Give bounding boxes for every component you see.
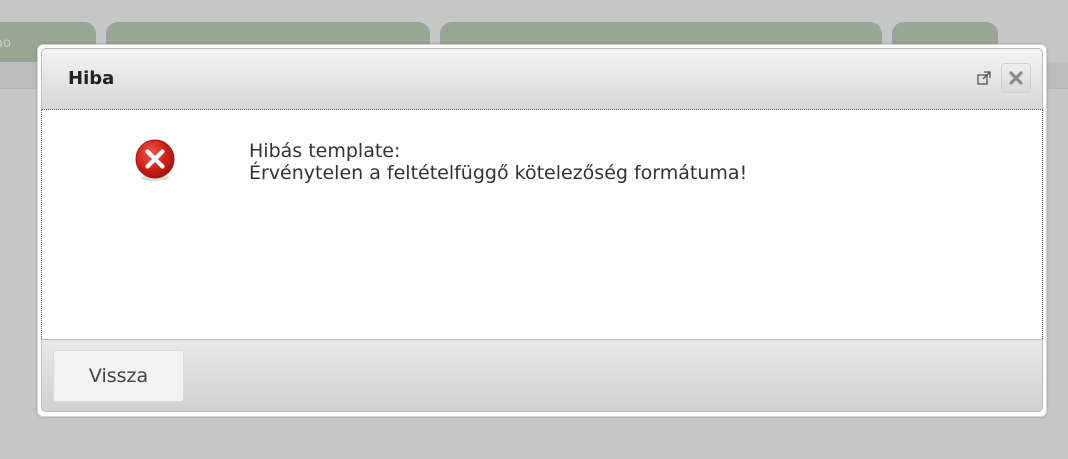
background-tab-label: ao: [0, 36, 11, 51]
dialog-titlebar[interactable]: Hiba: [41, 48, 1043, 110]
error-message: Hibás template: Érvénytelen a feltételfü…: [249, 140, 747, 184]
dialog-footer: Vissza: [41, 339, 1043, 412]
back-button[interactable]: Vissza: [53, 350, 184, 402]
dialog-title: Hiba: [68, 68, 115, 89]
error-circle-icon: [133, 138, 177, 182]
external-link-icon[interactable]: [976, 70, 992, 86]
page-overlay: ao Hiba: [0, 0, 1068, 459]
error-message-line2: Érvénytelen a feltételfüggő kötelezőség …: [249, 162, 748, 184]
error-dialog: Hiba Hibás template: Érvénytelen a felté…: [37, 44, 1047, 417]
close-button[interactable]: [1001, 63, 1031, 93]
error-message-line1: Hibás template:: [249, 140, 401, 162]
dialog-content: Hibás template: Érvénytelen a feltételfü…: [41, 110, 1043, 339]
